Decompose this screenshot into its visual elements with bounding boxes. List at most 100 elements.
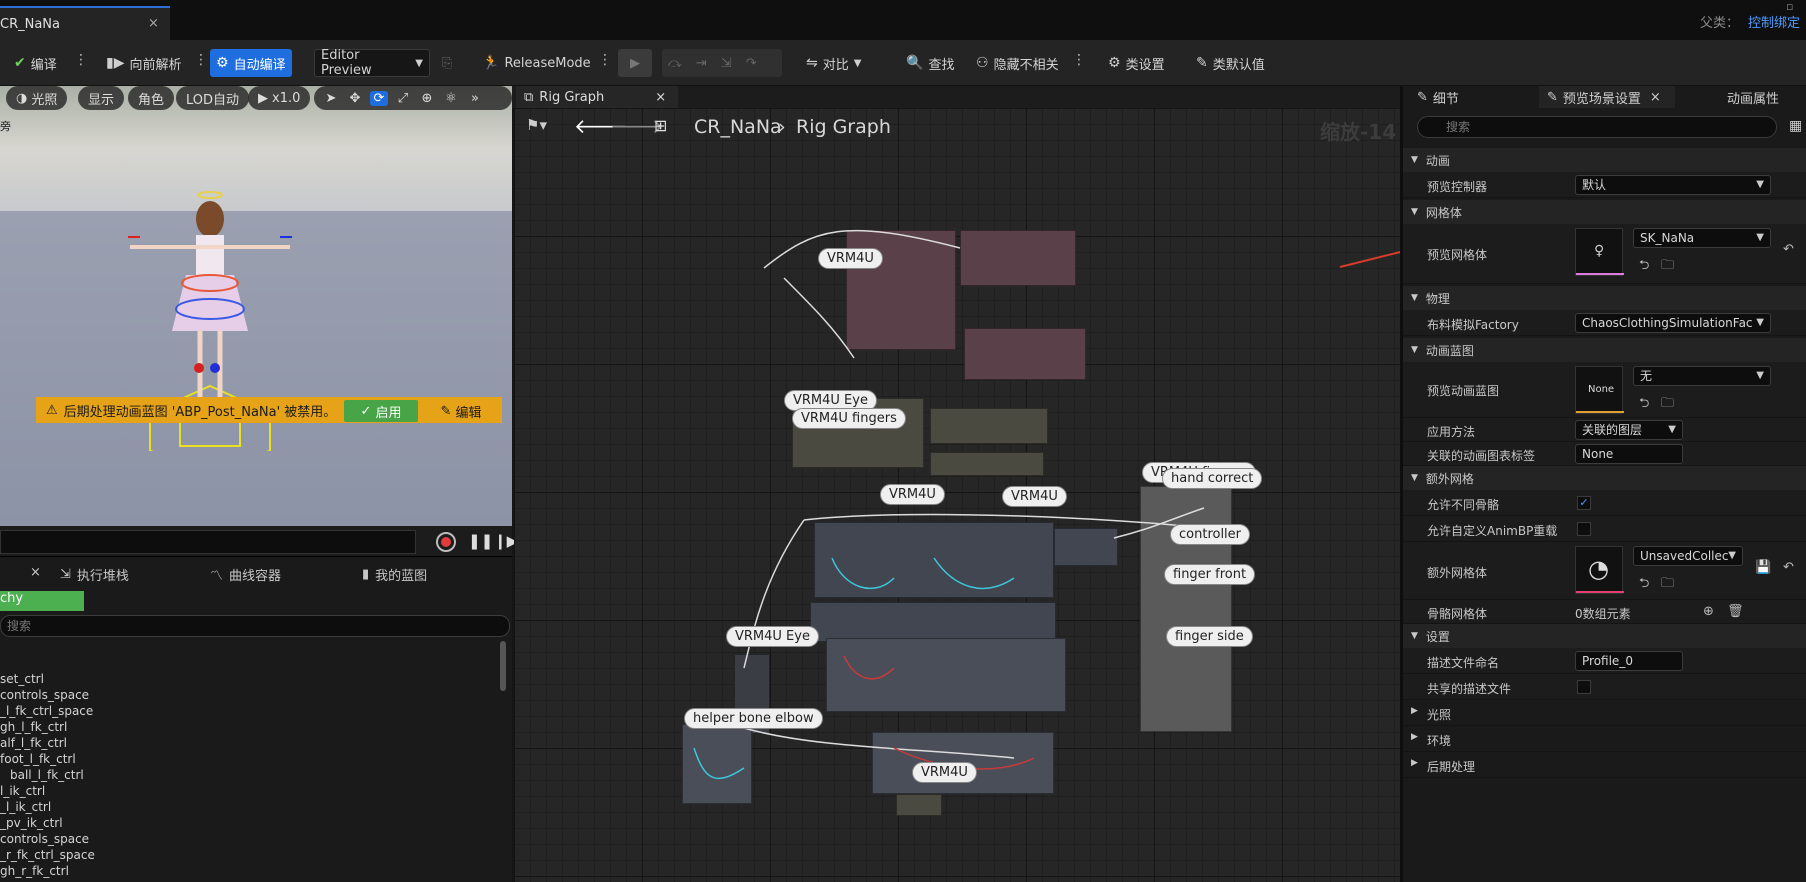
parent-class-link[interactable]: 控制绑定 <box>1748 12 1800 31</box>
timeline-scrubber[interactable] <box>0 530 416 554</box>
section-physics[interactable]: ▼ 物理 <box>1403 286 1806 310</box>
comment-vrm4u[interactable]: VRM4U <box>880 484 945 505</box>
hierarchy-tab[interactable]: chy <box>0 591 84 611</box>
details-search-input[interactable]: 搜索 <box>1417 116 1777 138</box>
section-anim-blueprint[interactable]: ▼ 动画蓝图 <box>1403 338 1806 362</box>
section-settings[interactable]: ▼ 设置 <box>1403 624 1806 648</box>
scale-icon[interactable]: ⤢ <box>394 91 412 106</box>
use-selected-icon[interactable]: ⮌ <box>1639 394 1649 416</box>
edit-button[interactable]: ✎ 编辑 <box>426 400 496 422</box>
more-tools-icon[interactable]: » <box>466 91 484 106</box>
section-environment[interactable]: ▶ 环境 <box>1403 726 1806 752</box>
section-post-process[interactable]: ▶ 后期处理 <box>1403 752 1806 778</box>
pause-icon[interactable]: ❚❚ <box>468 532 493 550</box>
document-tab[interactable]: CR_NaNa × <box>0 6 170 40</box>
tab-anim-properties[interactable]: 动画属性 <box>1703 86 1803 108</box>
extra-mesh-select[interactable]: UnsavedCollec ▼ <box>1633 546 1743 566</box>
document-tab-close-icon[interactable]: × <box>148 16 159 31</box>
compile-options-icon[interactable]: ⋮ <box>74 52 88 68</box>
step-options-icon[interactable]: ⋮ <box>194 52 208 68</box>
apply-method-select[interactable]: 关联的图层 ▼ <box>1575 420 1683 440</box>
select-cursor-icon[interactable]: ➤ <box>322 91 340 106</box>
list-item[interactable]: ball_l_fk_ctrl <box>0 767 500 783</box>
tab-my-blueprint[interactable]: ▮ 我的蓝图 <box>362 565 427 584</box>
profile-name-input[interactable]: Profile_0 <box>1575 651 1683 671</box>
window-controls-icon[interactable]: ▫ <box>1786 0 1793 13</box>
list-item[interactable]: _r_fk_ctrl_space <box>0 847 500 863</box>
section-lighting[interactable]: ▶ 光照 <box>1403 700 1806 726</box>
hierarchy-tab-close-icon[interactable]: × <box>30 565 41 580</box>
comment-vrm4u-fingers[interactable]: VRM4U fingers <box>792 408 906 429</box>
preview-controller-select[interactable]: 默认 ▼ <box>1575 175 1771 195</box>
browse-asset-icon[interactable]: 🗀 <box>1661 394 1674 416</box>
compile-button[interactable]: ✔ 编译 <box>8 49 63 77</box>
class-defaults-button[interactable]: ✎ 类默认值 <box>1190 49 1271 77</box>
snap-icon[interactable]: ⚛ <box>442 91 460 106</box>
allow-diff-skeleton-checkbox[interactable]: ✓ <box>1577 496 1591 510</box>
release-mode-button[interactable]: 🏃 ReleaseMode <box>476 49 597 77</box>
rig-graph-canvas[interactable]: VRM4U VRM4U Eye VRM4U fingers VRM4U VRM4… <box>514 108 1400 882</box>
use-selected-icon[interactable]: ⮌ <box>1639 256 1649 278</box>
rig-graph-tab-close-icon[interactable]: × <box>655 90 666 105</box>
list-item[interactable]: _pv_ik_ctrl <box>0 815 500 831</box>
list-item[interactable]: _l_fk_ctrl_space <box>0 703 500 719</box>
tab-details[interactable]: ✎ 细节 <box>1409 86 1535 108</box>
breadcrumb-leaf[interactable]: Rig Graph <box>796 116 891 138</box>
browse-asset-icon[interactable]: 🗀 <box>1661 574 1674 596</box>
lod-menu-button[interactable]: LOD自动 <box>176 86 250 110</box>
list-item[interactable]: set_ctrl <box>0 671 500 687</box>
list-item[interactable]: controls_space <box>0 687 500 703</box>
comment-hand-correct[interactable]: hand correct <box>1162 468 1263 489</box>
cloth-factory-select[interactable]: ChaosClothingSimulationFac ▼ <box>1575 313 1771 333</box>
preview-anim-bp-select[interactable]: 无 ▼ <box>1633 366 1771 386</box>
browse-asset-icon[interactable]: 🗀 <box>1661 256 1674 278</box>
release-options-icon[interactable]: ⋮ <box>598 52 612 68</box>
debug-step-group[interactable]: ⤼ ⇥ ⇲ ↷ <box>662 49 782 77</box>
comment-vrm4u-eye[interactable]: VRM4U Eye <box>726 626 819 647</box>
reset-icon[interactable]: ↶ <box>1783 242 1794 257</box>
preview-scene-tab-close-icon[interactable]: × <box>1650 90 1661 105</box>
reset-icon[interactable]: ↶ <box>1783 560 1794 575</box>
section-extra-mesh[interactable]: ▼ 额外网格 <box>1403 466 1806 490</box>
list-item[interactable]: l_ik_ctrl <box>0 783 500 799</box>
tab-curve-container[interactable]: 〽 曲线容器 <box>210 565 281 584</box>
class-settings-button[interactable]: ⚙ 类设置 <box>1102 49 1171 77</box>
list-item[interactable]: _l_ik_ctrl <box>0 799 500 815</box>
show-menu-button[interactable]: 显示 <box>78 86 125 110</box>
hierarchy-search-input[interactable]: 搜索 <box>0 615 510 637</box>
comment-finger-front[interactable]: finger front <box>1164 564 1256 585</box>
comment-vrm4u[interactable]: VRM4U <box>818 248 883 269</box>
extra-mesh-thumbnail[interactable]: ◔ <box>1575 546 1624 594</box>
translate-icon[interactable]: ✥ <box>346 91 364 106</box>
list-item[interactable]: gh_l_fk_ctrl <box>0 719 500 735</box>
diff-button[interactable]: ⇋ 对比 ▼ <box>800 49 867 77</box>
preview-mesh-thumbnail[interactable]: ♀ <box>1575 228 1624 276</box>
enable-button[interactable]: ✓ 启用 <box>344 400 418 422</box>
preview-viewport[interactable]: ◑ 光照 显示 角色 LOD自动 ▶ x1.0 ➤ ✥ ⟳ ⤢ ⊕ ⚛ » 旁 <box>0 86 512 526</box>
list-item[interactable]: gh_r_fk_ctrl <box>0 863 500 879</box>
breadcrumb-root[interactable]: CR_NaNa <box>694 116 782 138</box>
table-view-icon[interactable]: ▦ <box>1789 118 1802 134</box>
lighting-mode-button[interactable]: ◑ 光照 <box>6 86 68 110</box>
step-back-button[interactable]: ▮▶ 向前解析 <box>100 49 188 77</box>
find-button[interactable]: 🔍 查找 <box>900 49 960 77</box>
playback-speed-button[interactable]: ▶ x1.0 <box>248 86 311 110</box>
coordinate-space-icon[interactable]: ⊕ <box>418 91 436 106</box>
preview-mode-select[interactable]: Editor Preview ▼ <box>314 48 430 78</box>
list-item[interactable]: alf_l_fk_ctrl <box>0 735 500 751</box>
add-element-icon[interactable]: ⊕ <box>1703 604 1714 619</box>
comment-controller[interactable]: controller <box>1170 524 1251 545</box>
hierarchy-scrollbar[interactable] <box>500 641 506 691</box>
rotate-icon[interactable]: ⟳ <box>370 90 388 106</box>
section-mesh[interactable]: ▼ 网格体 <box>1403 200 1806 224</box>
allow-custom-animbp-checkbox[interactable] <box>1577 522 1591 536</box>
list-item[interactable]: controls_space <box>0 831 500 847</box>
tab-preview-scene-settings[interactable]: ✎ 预览场景设置 × <box>1539 86 1675 108</box>
auto-compile-button[interactable]: ⚙ 自动编译 <box>210 49 292 77</box>
tab-execution-stack[interactable]: ⇲ 执行堆栈 <box>60 565 129 584</box>
list-item[interactable]: foot_l_fk_ctrl <box>0 751 500 767</box>
comment-helper-bone-elbow[interactable]: helper bone elbow <box>684 708 823 729</box>
character-menu-button[interactable]: 角色 <box>128 86 175 110</box>
save-icon[interactable]: 💾 <box>1755 560 1771 575</box>
play-button[interactable]: ▶ <box>618 49 652 77</box>
